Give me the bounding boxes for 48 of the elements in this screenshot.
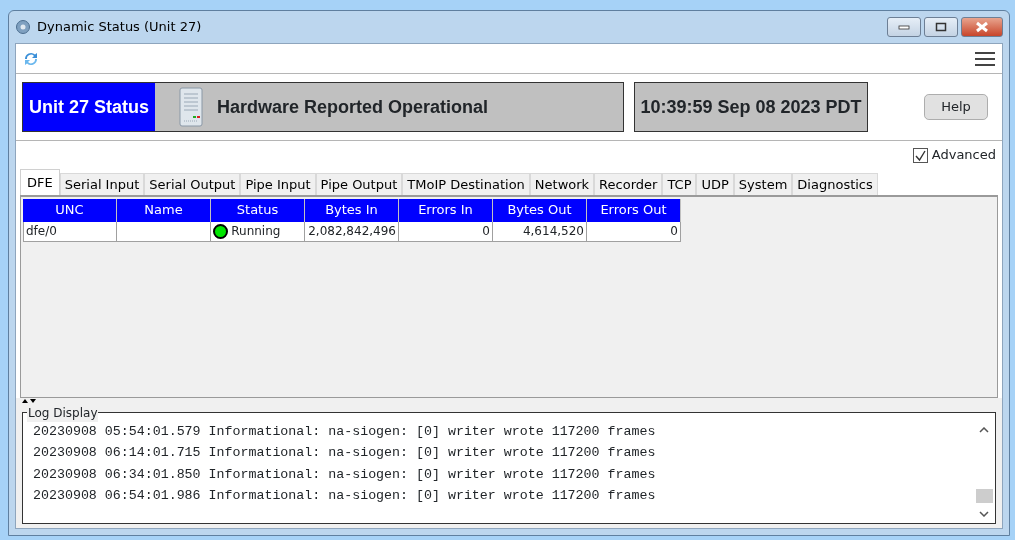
menu-icon[interactable] — [974, 50, 996, 67]
scroll-thumb[interactable] — [975, 489, 993, 503]
app-icon — [15, 19, 31, 35]
tab[interactable]: Serial Output — [144, 173, 241, 195]
tab[interactable]: TCP — [662, 173, 697, 195]
tab[interactable]: System — [733, 173, 793, 195]
tab[interactable]: DFE — [20, 169, 60, 195]
tab[interactable]: Network — [529, 173, 595, 195]
status-text: Hardware Reported Operational — [217, 95, 489, 119]
tab[interactable]: Serial Input — [59, 173, 145, 195]
tab[interactable]: Pipe Output — [315, 173, 403, 195]
close-icon — [975, 21, 989, 33]
column-header: Status — [211, 199, 305, 222]
log-title: Log Display — [27, 404, 99, 422]
tab[interactable]: Diagnostics — [792, 173, 878, 195]
unit-status-label: Unit 27 Status — [23, 83, 156, 131]
table-cell: dfe/0 — [23, 222, 117, 242]
tab[interactable]: UDP — [696, 173, 734, 195]
advanced-checkbox[interactable] — [912, 147, 928, 163]
table-cell: 0 — [587, 222, 681, 242]
clock-display: 10:39:59 Sep 08 2023 PDT — [634, 82, 868, 132]
column-header: Errors Out — [587, 199, 681, 222]
table-cell: 4,614,520 — [493, 222, 587, 242]
scroll-down-icon[interactable] — [979, 511, 989, 517]
log-line: 20230908 06:14:01.715 Informational: na-siogen: [0] writer wrote 117200 frames — [33, 444, 657, 463]
advanced-label: Advanced — [931, 146, 996, 165]
minimize-icon — [897, 24, 910, 30]
tab[interactable]: Pipe Input — [240, 173, 316, 195]
column-header: Errors In — [399, 199, 493, 222]
table-cell: 0 — [399, 222, 493, 242]
table-cell-text: Running — [231, 223, 281, 240]
maximize-icon — [934, 22, 947, 32]
window-title: Dynamic Status (Unit 27) — [37, 18, 202, 37]
log-line: 20230908 06:34:01.850 Informational: na-siogen: [0] writer wrote 117200 frames — [33, 465, 657, 484]
column-header: Bytes In — [305, 199, 399, 222]
splitter-arrows-icon[interactable] — [22, 398, 36, 404]
tab[interactable]: TMoIP Destination — [402, 173, 530, 195]
column-header: Name — [117, 199, 211, 222]
column-header: Bytes Out — [493, 199, 587, 222]
close-button[interactable] — [961, 17, 1003, 37]
table-cell: 2,082,842,496 — [305, 222, 399, 242]
tab[interactable]: Recorder — [594, 173, 663, 195]
log-line: 20230908 06:54:01.986 Informational: na-siogen: [0] writer wrote 117200 frames — [33, 486, 657, 505]
help-button[interactable]: Help — [924, 94, 988, 120]
scroll-up-icon[interactable] — [979, 427, 989, 433]
log-line: 20230908 05:54:01.579 Informational: na-siogen: [0] writer wrote 117200 frames — [33, 423, 657, 441]
maximize-button[interactable] — [923, 17, 958, 37]
column-header: UNC — [23, 199, 117, 222]
